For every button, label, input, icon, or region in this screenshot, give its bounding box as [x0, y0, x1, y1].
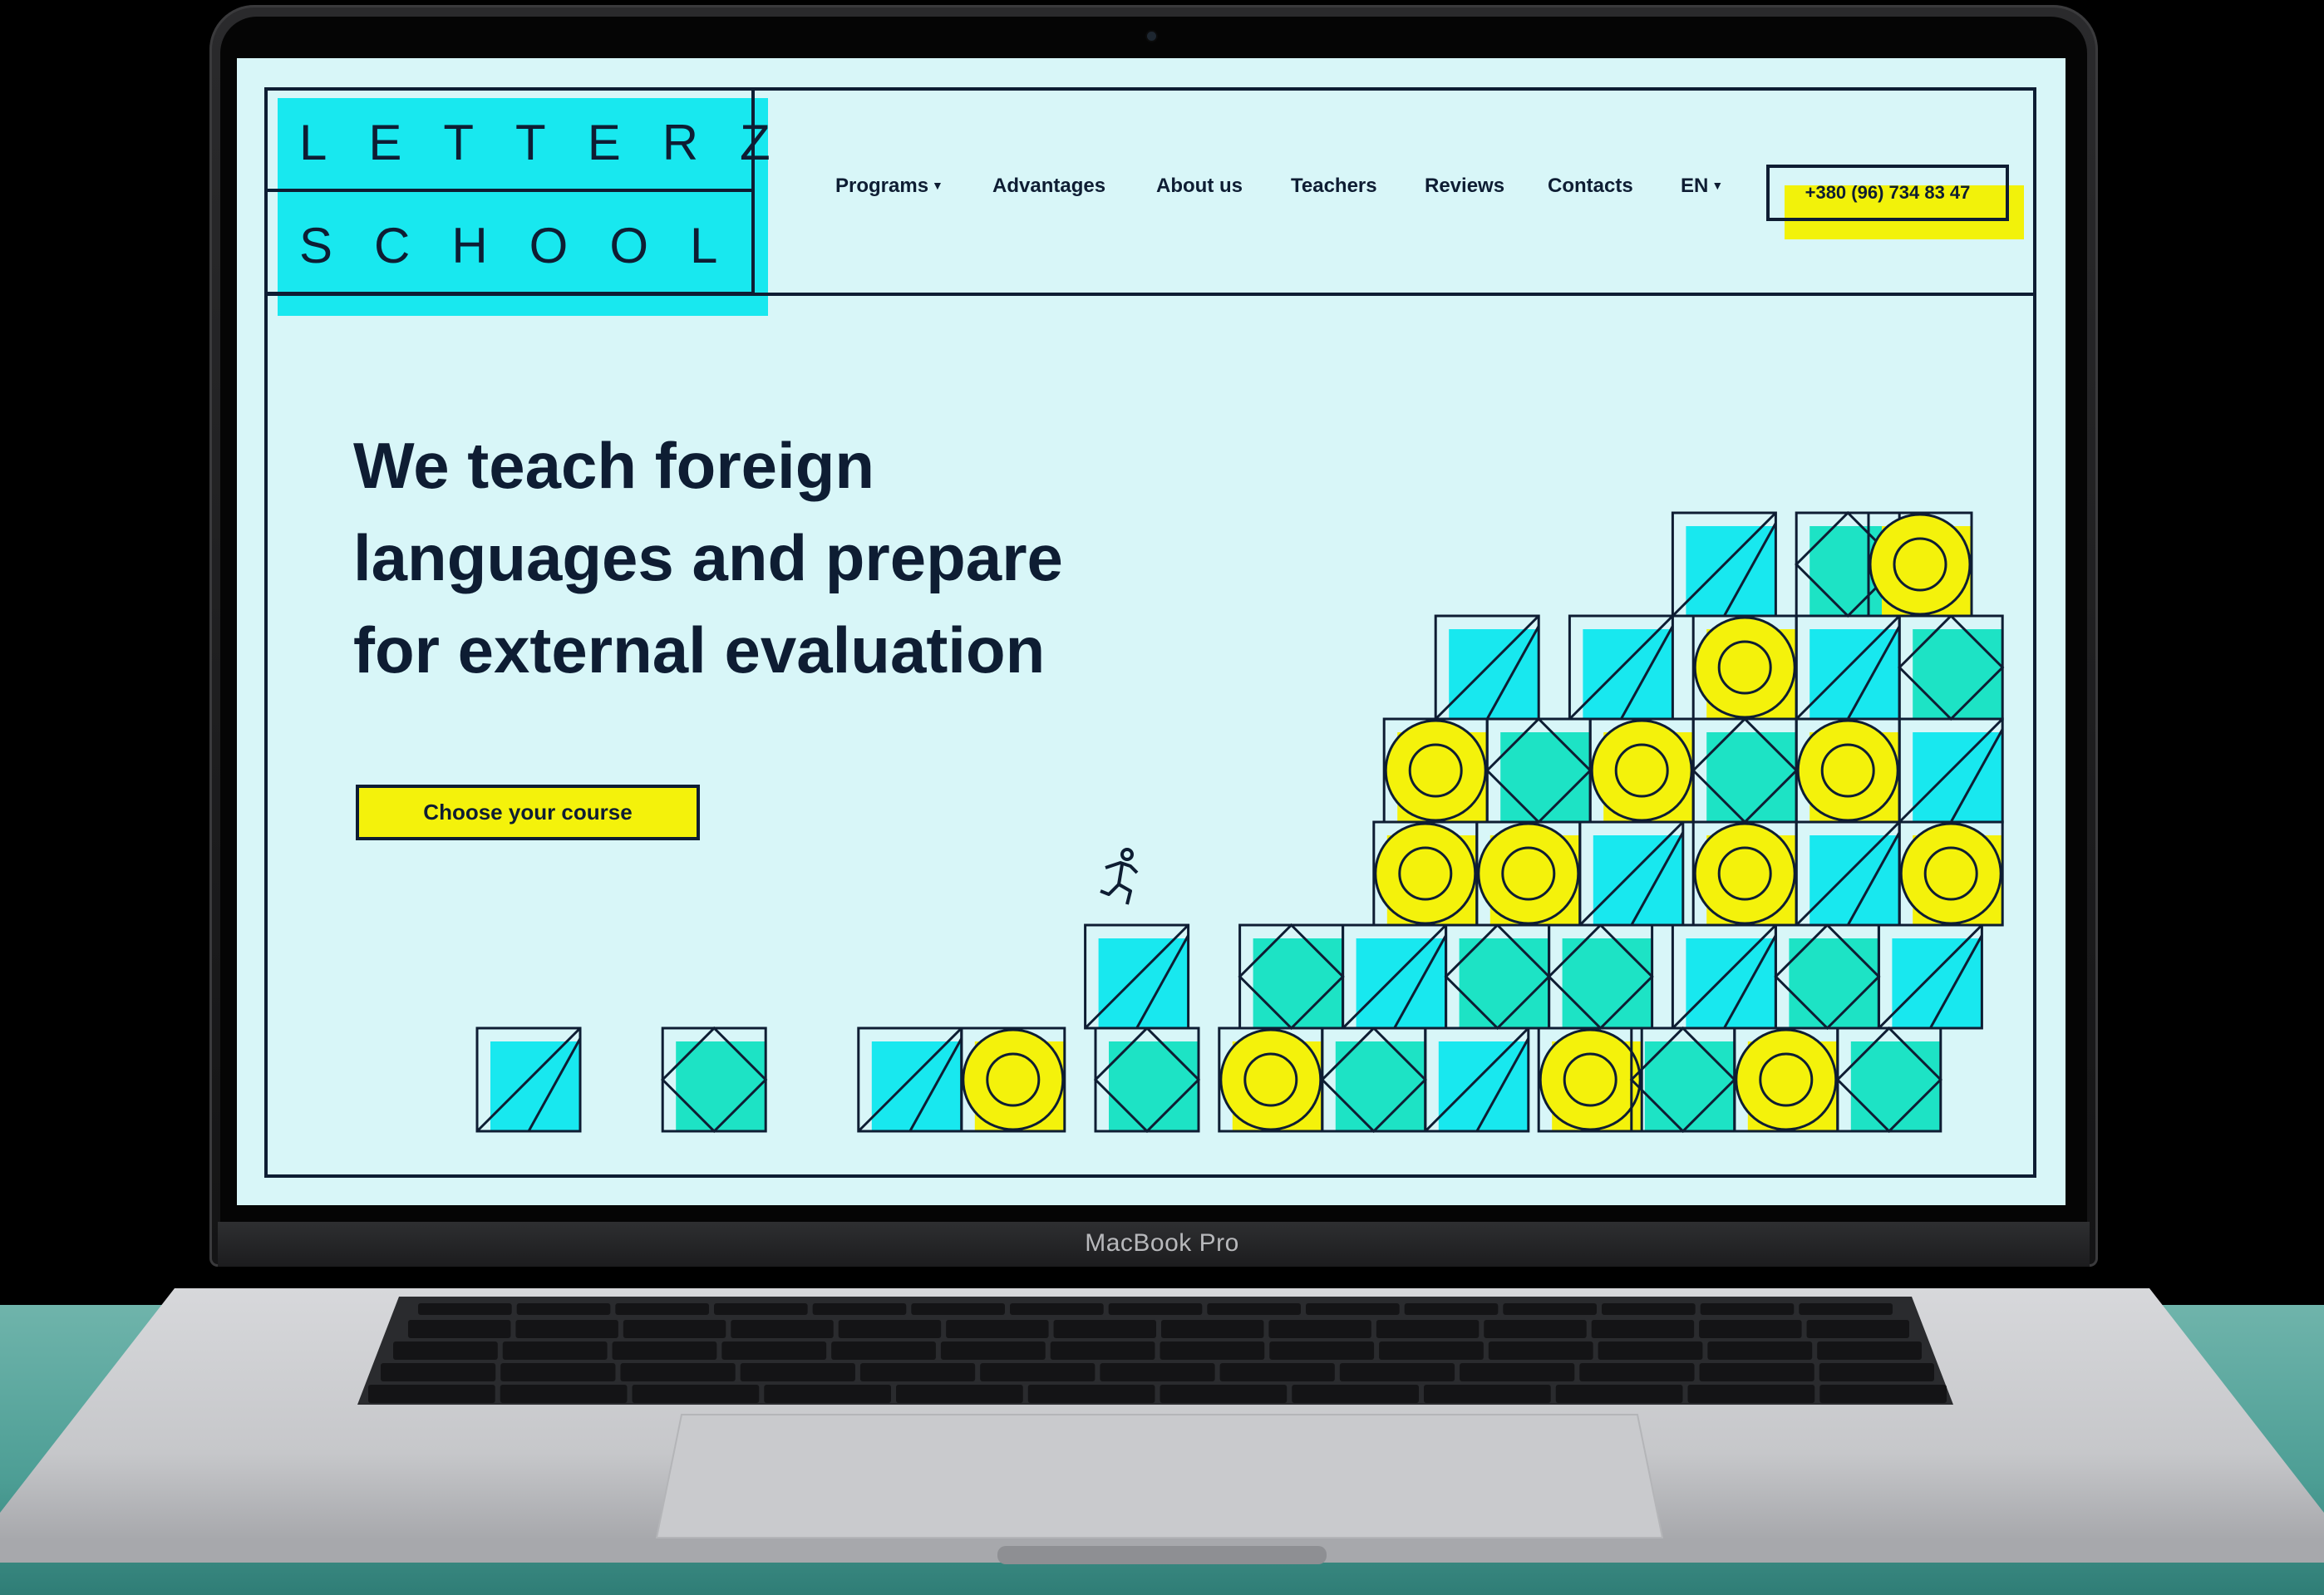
keyboard-key	[1700, 1303, 1795, 1315]
pattern-tile-fill	[676, 1041, 766, 1131]
keyboard-key	[911, 1303, 1005, 1315]
pattern-tile-fill	[1562, 938, 1652, 1028]
device-label: MacBook Pro	[1085, 1229, 1239, 1257]
keyboard-key	[381, 1363, 496, 1381]
keyboard-key	[500, 1363, 616, 1381]
keyboard-key	[1460, 1363, 1575, 1381]
pattern-tile-fill	[1335, 1041, 1425, 1131]
keyboard-key	[1817, 1341, 1922, 1360]
keyboard-key	[1819, 1385, 1947, 1403]
keyboard-key	[1376, 1320, 1480, 1338]
keyboard-key	[516, 1303, 611, 1315]
keyboard-key	[1306, 1303, 1400, 1315]
keyboard-key	[1699, 1363, 1814, 1381]
pattern-circle	[1693, 822, 1796, 925]
keyboard-key	[940, 1341, 1046, 1360]
keyboard-key	[393, 1341, 498, 1360]
keyboard-key	[515, 1320, 618, 1338]
laptop-keyboard-base	[0, 1288, 2324, 1564]
decorative-block-pattern	[475, 510, 2005, 1134]
keyboard-key	[612, 1341, 717, 1360]
keyboard-key	[740, 1363, 855, 1381]
keyboard-key	[1108, 1303, 1203, 1315]
keyboard-key	[1699, 1320, 1802, 1338]
pattern-tile-fill	[1850, 1041, 1941, 1131]
keyboard-key	[1160, 1341, 1265, 1360]
pattern-tile-fill	[1109, 1041, 1199, 1131]
pattern-circle	[1219, 1028, 1322, 1131]
pattern-tile-fill	[1253, 938, 1343, 1028]
keyboard-key	[1602, 1303, 1696, 1315]
keyboard-key	[1591, 1320, 1695, 1338]
keyboard-key	[764, 1385, 891, 1403]
keyboard-key	[620, 1363, 736, 1381]
keyboard-key	[1404, 1303, 1499, 1315]
keyboard-key	[418, 1303, 512, 1315]
keyboard-key	[731, 1320, 834, 1338]
pattern-circle	[1899, 822, 2002, 925]
pattern-circle	[1735, 1028, 1838, 1131]
keyboard-key	[368, 1385, 495, 1403]
pattern-circle	[1477, 822, 1580, 925]
keyboard-key	[721, 1341, 827, 1360]
keyboard-key	[500, 1385, 628, 1403]
keyboard-key	[1806, 1320, 1909, 1338]
pattern-tile-fill	[1500, 732, 1591, 822]
keyboard-key	[812, 1303, 907, 1315]
keyboard-key	[1292, 1385, 1419, 1403]
camera-icon	[1147, 32, 1156, 41]
pattern-circle	[1796, 719, 1899, 822]
keyboard-key	[1160, 1385, 1288, 1403]
keyboard-key	[1339, 1363, 1455, 1381]
keyboard-key	[1053, 1320, 1156, 1338]
pattern-circle	[962, 1028, 1065, 1131]
keyboard-key	[1799, 1303, 1893, 1315]
keyboard-key	[1687, 1385, 1815, 1403]
pattern-tile-fill	[1644, 1041, 1735, 1131]
keyboard-key	[1555, 1385, 1683, 1403]
keyboard-key	[1100, 1363, 1215, 1381]
keyboard-key	[838, 1320, 942, 1338]
keyboard-key	[1488, 1341, 1593, 1360]
pattern-tile-fill	[1789, 938, 1879, 1028]
keyboard-key	[615, 1303, 709, 1315]
keyboard-key	[1010, 1303, 1104, 1315]
keyboard-key	[1219, 1363, 1335, 1381]
keyboard-key	[1027, 1385, 1155, 1403]
keyboard-key	[896, 1385, 1023, 1403]
keyboard-key	[1050, 1341, 1155, 1360]
keyboard-key	[1161, 1320, 1264, 1338]
keyboard-key	[831, 1341, 936, 1360]
pattern-tile-fill	[1913, 629, 2003, 719]
keyboard-key	[1268, 1320, 1371, 1338]
pattern-tile-fill	[1706, 732, 1797, 822]
keyboard-key	[859, 1363, 976, 1381]
pattern-circle	[1539, 1028, 1642, 1131]
keyboard-key	[1484, 1320, 1587, 1338]
keyboard-key	[1707, 1341, 1813, 1360]
browser-viewport: LETTERZ SCHOOL Programs ▼ Advantages Abou…	[237, 58, 2066, 1205]
pattern-circle	[1693, 616, 1796, 719]
keyboard-key	[1598, 1341, 1703, 1360]
keyboard-key	[632, 1385, 760, 1403]
keyboard-key	[980, 1363, 1096, 1381]
keyboard-key	[1269, 1341, 1375, 1360]
keyboard-key	[623, 1320, 726, 1338]
keyboard-key	[408, 1320, 511, 1338]
keyboard-key	[1424, 1385, 1551, 1403]
keyboard-key	[714, 1303, 808, 1315]
pattern-circle	[1590, 719, 1693, 822]
keyboard-key	[1207, 1303, 1301, 1315]
keyboard-key	[946, 1320, 1049, 1338]
pattern-circle	[1374, 822, 1477, 925]
pattern-circle	[1869, 513, 1972, 616]
keyboard-key	[1819, 1363, 1934, 1381]
keyboard-key	[1579, 1363, 1695, 1381]
keyboard-key	[1379, 1341, 1484, 1360]
pattern-circle	[1384, 719, 1487, 822]
keyboard-key	[1503, 1303, 1597, 1315]
keyboard-key	[502, 1341, 608, 1360]
pattern-tile-fill	[1459, 938, 1549, 1028]
